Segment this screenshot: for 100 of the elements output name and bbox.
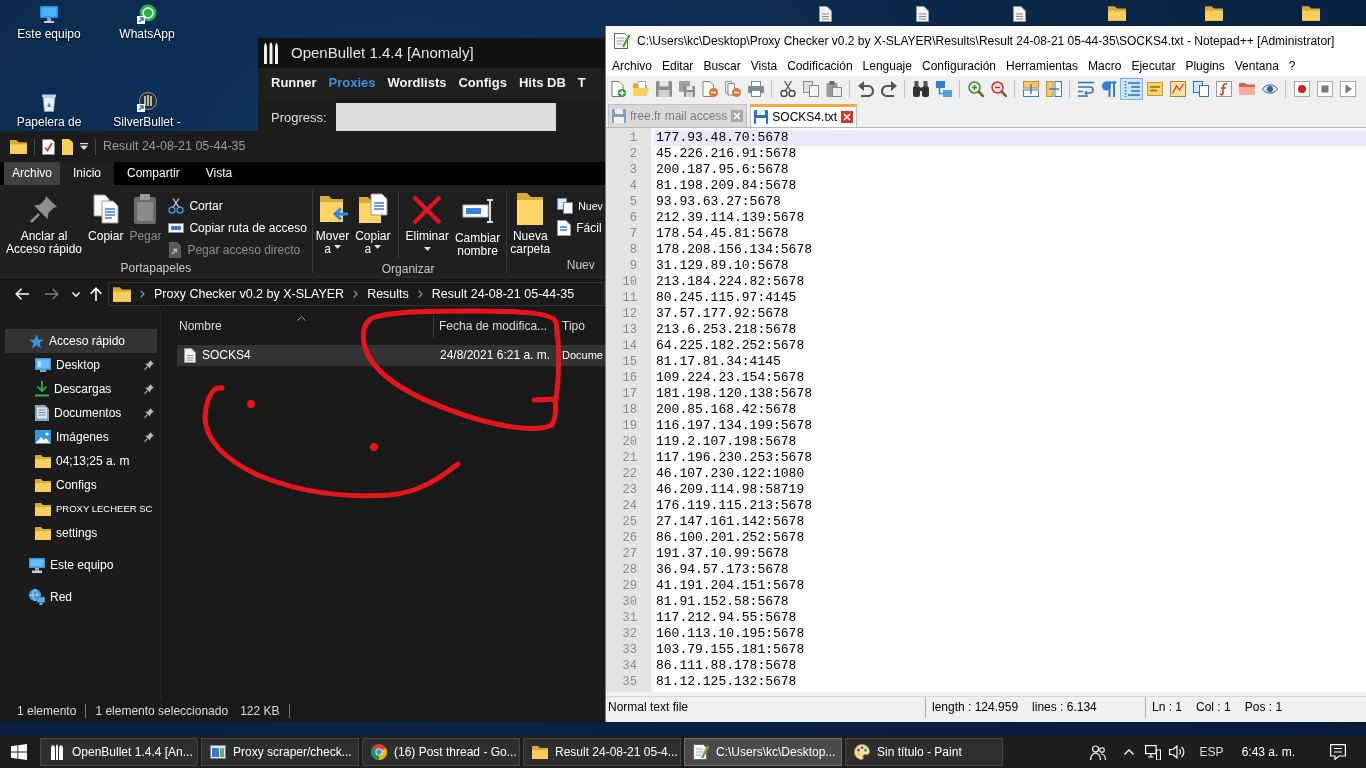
taskbar-button[interactable]: Sin título - Paint — [845, 738, 1003, 766]
menu-item[interactable]: Archivo — [607, 58, 657, 74]
column-header[interactable]: Fecha de modifica... — [439, 319, 548, 334]
ribbon-button[interactable]: Nuev — [555, 195, 605, 217]
taskbar-button[interactable]: Proxy scraper/check... — [201, 738, 359, 766]
address-bar[interactable]: Proxy Checker v0.2 by X-SLAYER Results Result 24-08-21 05-44-35 — [108, 282, 605, 306]
document-icon[interactable] — [557, 220, 572, 236]
scissors-icon[interactable] — [168, 198, 185, 214]
documents-icon[interactable] — [557, 198, 574, 214]
menu-item[interactable]: Plugins — [1180, 58, 1230, 74]
ribbon-button[interactable]: Copiar a — [352, 190, 394, 256]
nav-item[interactable]: Imágenes — [5, 425, 157, 449]
ribbon-tab[interactable]: Archivo — [4, 162, 60, 185]
ribbon-button[interactable]: Cambiar nombre — [451, 192, 504, 258]
caret-icon[interactable] — [333, 245, 341, 250]
menu-item[interactable]: Codificación — [782, 58, 858, 74]
menu-tab[interactable]: Proxies — [328, 75, 376, 91]
folder-icon[interactable] — [35, 526, 51, 540]
document-icon[interactable] — [819, 6, 832, 22]
ribbon-button[interactable]: Copiar ruta de acceso — [166, 217, 309, 239]
nav-item[interactable]: Descargas — [5, 377, 157, 401]
checklist-icon[interactable] — [42, 138, 55, 155]
ribbon-button[interactable]: Nueva carpeta — [507, 190, 554, 256]
ribbon-tab[interactable]: Compartir — [114, 162, 193, 185]
folder-icon[interactable] — [532, 745, 548, 759]
back-arrow-icon[interactable] — [15, 288, 29, 300]
menu-tab[interactable]: Hits DB — [518, 75, 566, 91]
menu-tab[interactable]: Configs — [458, 75, 507, 91]
download-icon[interactable] — [35, 381, 49, 397]
recycle-bin-icon[interactable] — [39, 92, 59, 112]
menu-item[interactable]: Configuración — [916, 58, 1001, 74]
desktop-icon-label[interactable]: SilverBullet - — [113, 115, 181, 129]
path-icon[interactable] — [168, 222, 185, 234]
folder-icon[interactable] — [35, 502, 51, 516]
caret-icon[interactable] — [374, 245, 382, 250]
computer-icon[interactable] — [39, 4, 59, 24]
ribbon-button[interactable]: Fácil — [555, 217, 605, 239]
menu-item[interactable]: Ejecutar — [1126, 58, 1181, 74]
menu-item[interactable]: Macro — [1083, 58, 1127, 74]
ribbon-button[interactable]: Anclar al Acceso rápido — [3, 190, 86, 256]
desktop-icon-label[interactable]: Papelera de — [16, 115, 82, 129]
menu-item[interactable]: Buscar — [698, 58, 746, 74]
menu-item[interactable]: Herramientas — [1001, 58, 1084, 74]
nav-item[interactable]: Red — [5, 585, 157, 609]
sort-caret-icon[interactable] — [297, 316, 306, 321]
folder-icon[interactable] — [62, 138, 73, 155]
window-icon[interactable] — [210, 744, 226, 760]
menu-tab[interactable]: T — [577, 75, 586, 91]
pin-icon[interactable] — [144, 432, 154, 442]
desktop-icon[interactable] — [35, 358, 51, 372]
menu-tab[interactable]: Wordlists — [387, 75, 447, 91]
folder-icon[interactable] — [35, 478, 51, 492]
notepad-icon[interactable] — [693, 744, 709, 760]
desktop-icon-label[interactable]: WhatsApp — [119, 27, 175, 41]
desktop-icon-label[interactable]: Este equipo — [17, 27, 81, 41]
taskbar-button[interactable]: (16) Post thread - Go... — [362, 738, 520, 766]
nav-item[interactable]: Este equipo — [5, 553, 157, 577]
folder-icon[interactable] — [517, 193, 544, 225]
star-icon[interactable] — [29, 333, 44, 349]
volume-icon[interactable] — [1168, 744, 1185, 760]
ribbon-button[interactable]: Cortar — [166, 195, 309, 217]
documents-icon[interactable] — [35, 405, 49, 421]
nav-item[interactable]: Acceso rápido — [5, 329, 157, 353]
menu-item[interactable]: Lenguaje — [857, 58, 917, 74]
taskbar-button[interactable]: Result 24-08-21 05-4... — [523, 738, 681, 766]
ribbon-button[interactable]: Copiar — [85, 190, 127, 243]
clock[interactable]: 6:43 a. m. — [1241, 744, 1295, 760]
column-header[interactable]: Tipo — [562, 319, 585, 334]
folder-icon[interactable] — [1204, 6, 1223, 21]
close-icon[interactable] — [841, 111, 854, 123]
folder-copy-icon[interactable] — [356, 193, 389, 225]
chevron-icon[interactable] — [140, 290, 145, 298]
palette-icon[interactable] — [854, 744, 870, 760]
menu-item[interactable]: Vista — [745, 58, 783, 74]
chevron-up-icon[interactable] — [1123, 749, 1134, 755]
ribbon-tab[interactable]: Vista — [192, 162, 246, 185]
caret-icon[interactable] — [423, 247, 431, 251]
taskbar-button[interactable]: C:\Users\kc\Desktop... — [684, 738, 842, 766]
ribbon-tab[interactable]: Inicio — [60, 162, 115, 185]
network-icon[interactable] — [29, 589, 45, 605]
nav-item[interactable]: Desktop — [5, 353, 157, 377]
start-icon[interactable] — [10, 744, 27, 760]
picture-icon[interactable] — [35, 430, 51, 444]
file-row[interactable]: SOCKS4 24/8/2021 6:21 a. m. Docume — [177, 345, 605, 366]
nav-item[interactable]: PROXY LECHEER SC — [5, 497, 157, 521]
nav-item[interactable]: settings — [5, 521, 157, 545]
breadcrumb[interactable]: Result 24-08-21 05-44-35 — [431, 286, 575, 302]
computer-icon[interactable] — [29, 557, 45, 573]
pin-icon[interactable] — [144, 408, 154, 418]
folder-icon[interactable] — [1107, 6, 1126, 21]
pin-icon[interactable] — [144, 360, 154, 370]
chevron-icon[interactable] — [417, 290, 423, 298]
nav-item[interactable]: Documentos — [5, 401, 157, 425]
file-tab[interactable]: SOCKS4.txt — [750, 104, 858, 127]
up-arrow-icon[interactable] — [90, 287, 102, 301]
chevron-icon[interactable] — [353, 290, 359, 298]
cross-icon[interactable] — [412, 195, 443, 225]
nav-item[interactable]: 04;13;25 a. m — [5, 449, 157, 473]
column-header[interactable]: Nombre — [179, 319, 222, 334]
nav-item[interactable]: Configs — [5, 473, 157, 497]
